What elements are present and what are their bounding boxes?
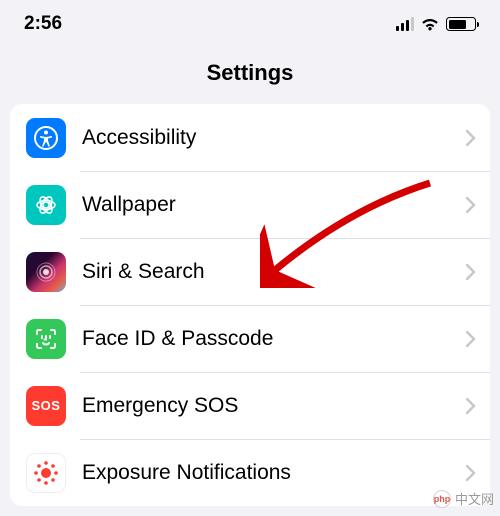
row-faceid-passcode[interactable]: Face ID & Passcode [10, 305, 490, 372]
row-label: Accessibility [82, 126, 466, 150]
chevron-right-icon [466, 130, 476, 146]
chevron-right-icon [466, 197, 476, 213]
settings-list: Accessibility Wallpaper Siri & Search Fa… [10, 104, 490, 506]
chevron-right-icon [466, 465, 476, 481]
row-siri-search[interactable]: Siri & Search [10, 238, 490, 305]
wifi-icon [420, 17, 440, 31]
chevron-right-icon [466, 264, 476, 280]
status-icons [396, 17, 477, 31]
row-label: Wallpaper [82, 193, 466, 217]
chevron-right-icon [466, 398, 476, 414]
battery-icon [446, 17, 476, 31]
wallpaper-icon [26, 185, 66, 225]
row-label: Siri & Search [82, 260, 466, 284]
exposure-icon [26, 453, 66, 493]
watermark-text: 中文网 [455, 489, 494, 508]
nav-header: Settings [0, 48, 500, 104]
row-exposure-notifications[interactable]: Exposure Notifications [10, 439, 490, 506]
status-bar: 2:56 [0, 0, 500, 48]
row-label: Exposure Notifications [82, 461, 466, 485]
row-emergency-sos[interactable]: SOS Emergency SOS [10, 372, 490, 439]
status-time: 2:56 [24, 13, 62, 35]
accessibility-icon [26, 118, 66, 158]
row-wallpaper[interactable]: Wallpaper [10, 171, 490, 238]
row-accessibility[interactable]: Accessibility [10, 104, 490, 171]
watermark-logo: php [433, 490, 451, 508]
cellular-signal-icon [396, 17, 415, 31]
page-title: Settings [0, 60, 500, 86]
faceid-icon [26, 319, 66, 359]
row-label: Emergency SOS [82, 394, 466, 418]
watermark: php 中文网 [433, 489, 494, 508]
sos-icon: SOS [26, 386, 66, 426]
chevron-right-icon [466, 331, 476, 347]
siri-icon [26, 252, 66, 292]
row-label: Face ID & Passcode [82, 327, 466, 351]
